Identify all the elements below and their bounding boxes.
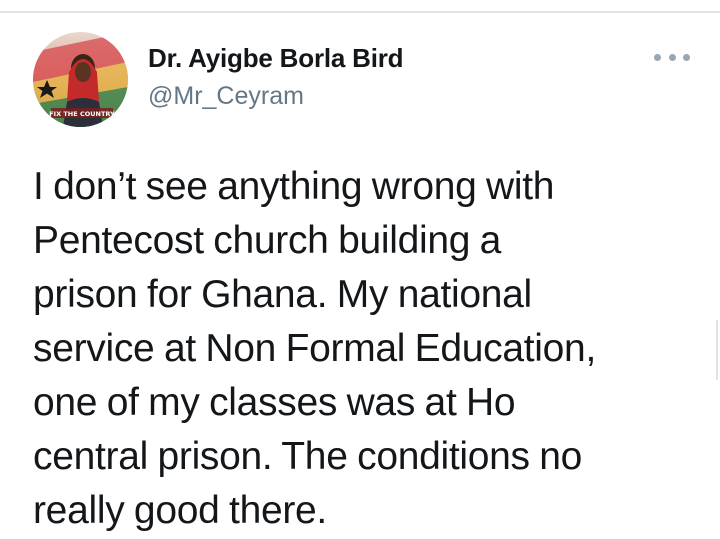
more-dots-icon — [668, 53, 676, 61]
avatar-banner-text: FIX THE COUNTRY — [49, 110, 115, 118]
tweet-text-line: really good there. — [33, 489, 327, 532]
author-display-name[interactable]: Dr. Ayigbe Borla Bird — [148, 43, 404, 74]
tweet-text-line: one of my classes was at Ho — [33, 381, 516, 424]
scrollbar[interactable] — [716, 320, 718, 380]
top-divider — [0, 11, 720, 13]
avatar-image: FIX THE COUNTRY — [33, 32, 128, 127]
avatar[interactable]: FIX THE COUNTRY — [33, 32, 128, 127]
tweet-text-line: I don’t see anything wrong with — [33, 165, 555, 208]
tweet-text-line: prison for Ghana. My national — [33, 273, 532, 316]
more-dots-icon — [683, 53, 690, 61]
more-options-button[interactable] — [652, 44, 692, 70]
more-dots-icon — [654, 53, 661, 61]
tweet-text: I don’t see anything wrong with Pentecos… — [33, 160, 703, 538]
tweet-text-line: Pentecost church building a — [33, 219, 502, 262]
author-handle[interactable]: @Mr_Ceyram — [148, 82, 304, 111]
tweet-text-line: central prison. The conditions no — [33, 435, 583, 478]
tweet-text-line: service at Non Formal Education, — [33, 327, 596, 370]
